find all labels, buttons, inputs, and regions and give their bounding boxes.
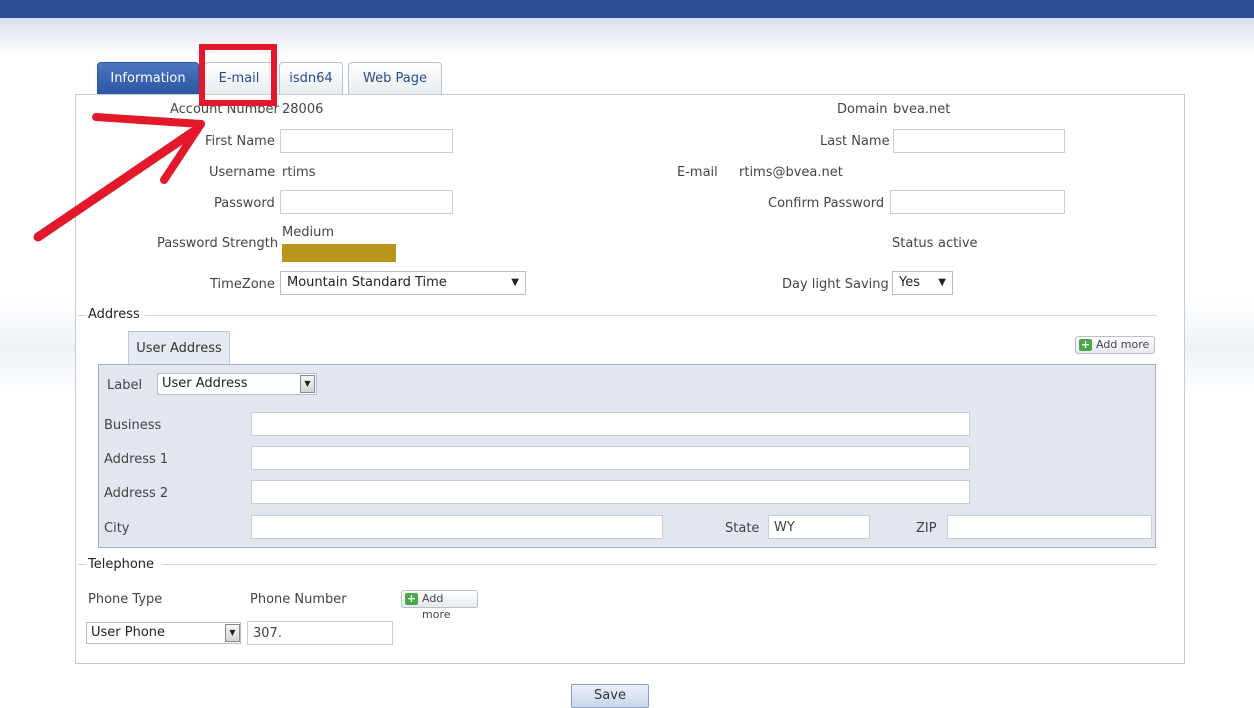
first-name-label: First Name	[205, 134, 275, 149]
phone-type-select[interactable]: User Phone	[86, 622, 241, 644]
add-icon: +	[1079, 338, 1092, 351]
last-name-field[interactable]	[893, 129, 1065, 153]
email-value: rtims@bvea.net	[739, 165, 843, 180]
address1-label: Address 1	[104, 452, 169, 467]
timezone-selected: Mountain Standard Time	[287, 275, 447, 290]
address-label-dropdown-button[interactable]: ▼	[300, 375, 315, 393]
business-field[interactable]	[251, 412, 970, 436]
annotation-highlight-box	[199, 44, 277, 106]
username-value: rtims	[282, 165, 316, 180]
password-strength-value: Medium	[282, 225, 334, 240]
daylight-saving-label: Day light Saving	[782, 277, 889, 292]
password-strength-label: Password Strength	[157, 236, 279, 251]
timezone-label: TimeZone	[210, 277, 275, 292]
tab-web-page[interactable]: Web Page	[348, 62, 442, 94]
phone-add-more-label: Add more	[422, 592, 451, 621]
business-label: Business	[104, 418, 162, 433]
last-name-label: Last Name	[820, 134, 890, 149]
subtab-user-address[interactable]: User Address	[128, 331, 230, 364]
telephone-section-title: Telephone	[88, 557, 155, 572]
first-name-field[interactable]	[280, 129, 453, 153]
address-add-more-button[interactable]: + Add more	[1075, 336, 1155, 354]
telephone-divider	[162, 564, 1157, 565]
address-label-label: Label	[107, 378, 143, 393]
dropdown-arrow-icon: ▼	[511, 277, 519, 288]
address-section-title: Address	[88, 307, 140, 322]
top-header-bar	[0, 0, 1254, 18]
add-icon: +	[405, 592, 418, 605]
password-field[interactable]	[280, 190, 453, 214]
state-field[interactable]	[768, 515, 870, 539]
address1-field[interactable]	[251, 446, 970, 470]
daylight-saving-selected: Yes	[899, 275, 920, 290]
address-label-select[interactable]: User Address	[157, 373, 317, 395]
daylight-saving-select[interactable]: Yes ▼	[892, 271, 953, 295]
confirm-password-field[interactable]	[890, 190, 1065, 214]
zip-field[interactable]	[947, 515, 1152, 539]
username-label: Username	[209, 165, 276, 180]
tab-information[interactable]: Information	[97, 62, 199, 94]
password-label: Password	[214, 196, 275, 211]
telephone-divider-left	[78, 564, 86, 565]
tab-isdn64[interactable]: isdn64	[279, 62, 343, 94]
dropdown-arrow-icon: ▼	[938, 277, 946, 288]
domain-label: Domain	[837, 102, 888, 117]
password-strength-bar	[282, 244, 396, 262]
phone-type-dropdown-button[interactable]: ▼	[225, 624, 240, 642]
city-label: City	[104, 521, 130, 536]
status-label: Status	[892, 236, 934, 251]
zip-label: ZIP	[916, 521, 937, 536]
email-label: E-mail	[677, 165, 718, 180]
phone-number-field[interactable]	[247, 621, 393, 645]
account-number-value: 28006	[282, 102, 324, 117]
phone-type-selected: User Phone	[91, 625, 166, 640]
address-divider-left	[78, 315, 86, 316]
confirm-password-label: Confirm Password	[768, 196, 885, 211]
save-button[interactable]: Save	[571, 684, 649, 708]
address-add-more-label: Add more	[1096, 338, 1150, 351]
address-divider	[145, 315, 1157, 316]
address2-field[interactable]	[251, 480, 970, 504]
domain-value: bvea.net	[893, 102, 951, 117]
state-label: State	[725, 521, 760, 536]
phone-add-more-button[interactable]: + Add more	[401, 590, 478, 621]
address2-label: Address 2	[104, 486, 169, 501]
status-value: active	[938, 236, 978, 251]
timezone-select[interactable]: Mountain Standard Time ▼	[280, 271, 526, 295]
city-field[interactable]	[251, 515, 663, 539]
phone-type-label: Phone Type	[88, 592, 163, 607]
phone-number-label: Phone Number	[250, 592, 347, 607]
address-label-selected: User Address	[162, 376, 248, 391]
